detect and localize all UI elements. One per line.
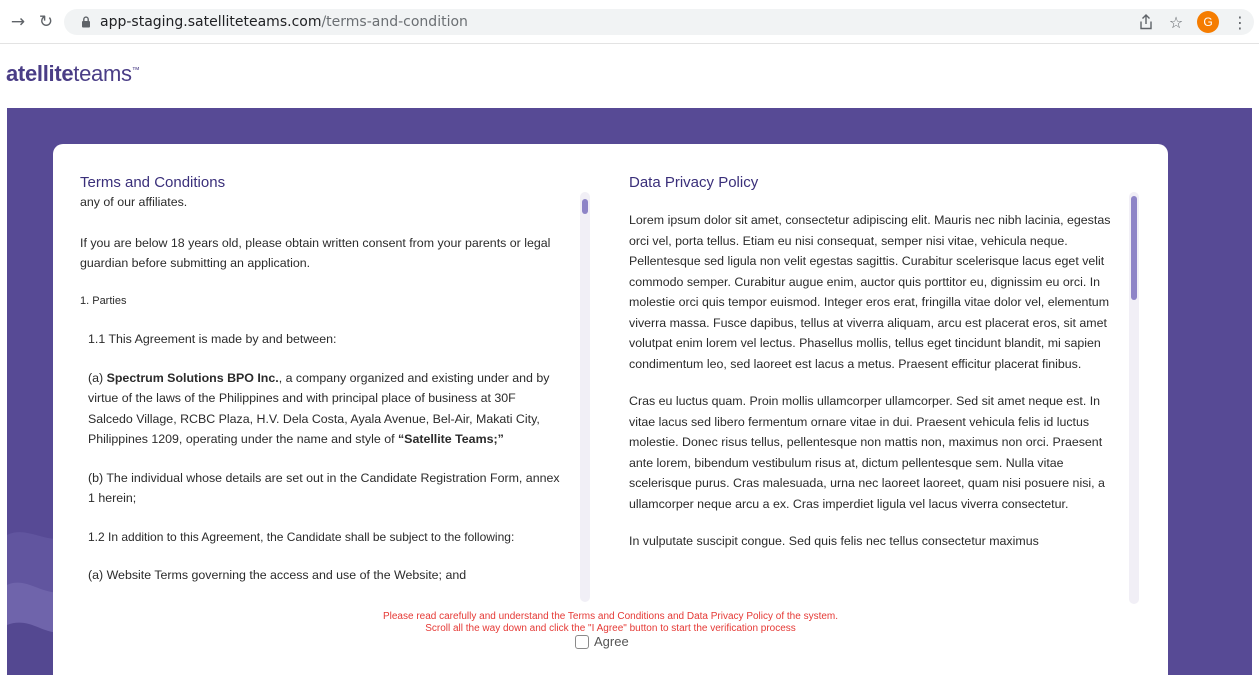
bookmark-star-icon[interactable]: ☆ <box>1167 13 1185 32</box>
logo-bold-text: atellite <box>6 61 74 86</box>
profile-avatar[interactable]: G <box>1197 11 1219 33</box>
lock-icon <box>82 16 90 28</box>
browser-toolbar: → ↻ app-staging.satelliteteams.com/terms… <box>0 0 1259 44</box>
menu-kebab-icon[interactable]: ⋮ <box>1231 13 1249 32</box>
url-path: /terms-and-condition <box>321 14 468 30</box>
notice-line-2: Scroll all the way down and click the "I… <box>425 623 796 634</box>
terms-scrollbar[interactable] <box>580 192 590 602</box>
url-domain: app-staging.satelliteteams.com <box>100 14 322 30</box>
toolbar-actions: ☆ G ⋮ <box>1137 11 1249 33</box>
reload-icon[interactable]: ↻ <box>36 12 56 32</box>
url-text: app-staging.satelliteteams.com/terms-and… <box>100 14 468 30</box>
terms-paragraph: (a) Website Terms governing the access a… <box>88 568 467 582</box>
terms-title: Terms and Conditions <box>80 174 226 191</box>
address-bar[interactable]: app-staging.satelliteteams.com/terms-and… <box>64 9 1254 35</box>
privacy-paragraph: Cras eu luctus quam. Proin mollis ullamc… <box>629 394 1105 511</box>
satelliteteams-logo[interactable]: atelliteteams™ <box>6 61 140 87</box>
share-icon[interactable] <box>1137 13 1155 31</box>
forward-icon[interactable]: → <box>8 12 28 32</box>
privacy-paragraph: In vulputate suscipit congue. Sed quis f… <box>629 534 1039 548</box>
agree-checkbox[interactable] <box>575 634 589 649</box>
privacy-paragraph: Lorem ipsum dolor sit amet, consectetur … <box>629 213 1111 371</box>
terms-scrollbar-thumb[interactable] <box>582 199 588 214</box>
terms-paragraph: (a) Spectrum Solutions BPO Inc., a compa… <box>88 370 550 447</box>
logo-trademark: ™ <box>131 65 140 75</box>
notice-line-1: Please read carefully and understand the… <box>382 611 839 622</box>
terms-card: Terms and Conditions any of our affiliat… <box>53 144 1168 675</box>
terms-paragraph: 1.2 In addition to this Agreement, the C… <box>88 529 515 544</box>
terms-paragraph: (b) The individual whose details are set… <box>88 470 560 506</box>
app-header: atelliteteams™ <box>0 44 1259 108</box>
privacy-scroll-area[interactable]: Lorem ipsum dolor sit amet, consectetur … <box>629 210 1119 602</box>
terms-scroll-area[interactable]: any of our affiliates. If you are below 1… <box>80 192 560 592</box>
agree-label[interactable]: Agree <box>594 634 629 649</box>
terms-paragraph: any of our affiliates. <box>80 195 188 209</box>
terms-paragraph: 1.1 This Agreement is made by and betwee… <box>88 332 337 346</box>
privacy-title: Data Privacy Policy <box>629 174 759 191</box>
terms-paragraph: If you are below 18 years old, please ob… <box>80 235 551 271</box>
privacy-scrollbar[interactable] <box>1129 192 1139 604</box>
logo-light-text: teams <box>73 61 132 86</box>
terms-paragraph: 1. Parties <box>80 294 127 307</box>
privacy-scrollbar-thumb[interactable] <box>1131 196 1137 300</box>
agree-control[interactable]: Agree <box>575 634 629 649</box>
